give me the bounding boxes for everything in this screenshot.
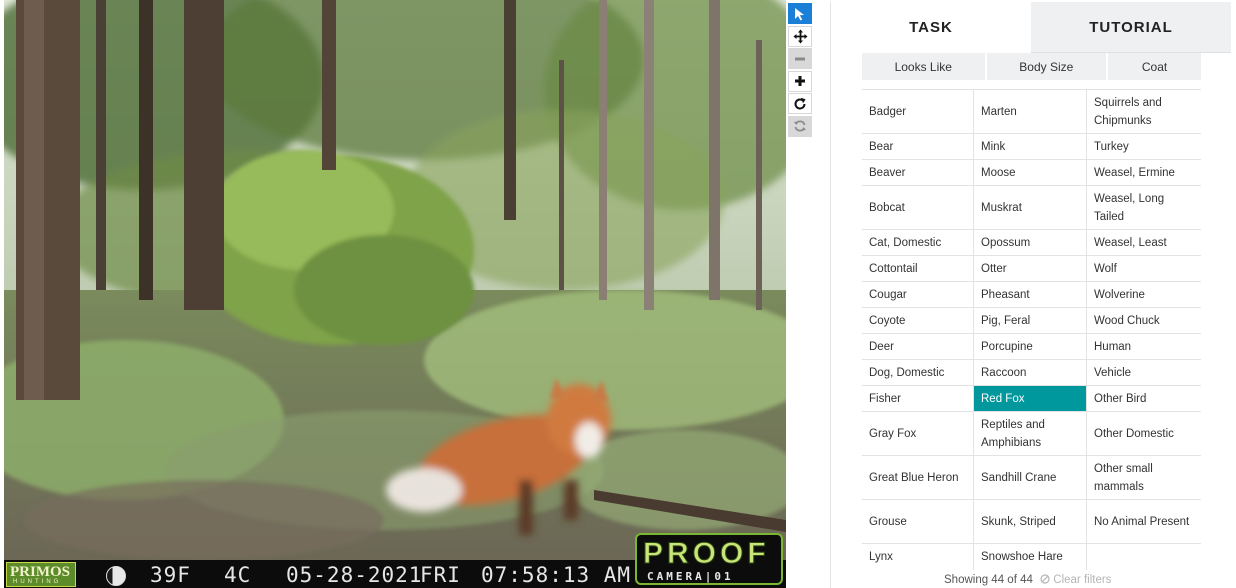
species-option[interactable]: Grouse (862, 500, 974, 544)
species-option[interactable]: Human (1087, 334, 1201, 360)
image-toolbar (788, 3, 814, 139)
species-option[interactable]: Raccoon (974, 360, 1087, 386)
species-option[interactable]: Lynx (862, 544, 974, 570)
species-option[interactable]: Opossum (974, 230, 1087, 256)
filter-looks-like[interactable]: Looks Like (862, 53, 987, 80)
species-option[interactable]: Turkey (1087, 134, 1201, 160)
species-option[interactable]: Moose (974, 160, 1087, 186)
temperature-f: 39F (150, 563, 191, 587)
species-empty-cell (1087, 544, 1201, 570)
species-option[interactable]: Reptiles and Amphibians (974, 412, 1087, 456)
species-option[interactable]: Vehicle (1087, 360, 1201, 386)
species-option[interactable]: Squirrels and Chipmunks (1087, 90, 1201, 134)
moon-phase-icon (106, 566, 126, 586)
species-option[interactable]: Pheasant (974, 282, 1087, 308)
species-option[interactable]: Wolverine (1087, 282, 1201, 308)
species-option[interactable]: Gray Fox (862, 412, 974, 456)
species-option[interactable]: Otter (974, 256, 1087, 282)
clear-filters-label: Clear filters (1053, 574, 1112, 586)
species-option[interactable]: Badger (862, 90, 974, 134)
species-option[interactable]: Porcupine (974, 334, 1087, 360)
clear-filters-button[interactable]: Clear filters (1040, 574, 1111, 586)
capture-day: FRI (420, 563, 461, 587)
species-option[interactable]: Bear (862, 134, 974, 160)
species-option[interactable]: Weasel, Long Tailed (1087, 186, 1201, 230)
subject-image[interactable]: PRIMOS HUNTING 39F 4C 05-28-2021 FRI 07:… (4, 0, 786, 588)
pointer-tool[interactable] (788, 3, 812, 24)
species-option[interactable]: Great Blue Heron (862, 456, 974, 500)
species-option[interactable]: Deer (862, 334, 974, 360)
cursor-icon (795, 7, 804, 20)
species-option[interactable]: Muskrat (974, 186, 1087, 230)
trail-camera-photo (4, 0, 786, 588)
species-option[interactable]: Cottontail (862, 256, 974, 282)
refresh-icon (794, 120, 806, 132)
results-count: Showing 44 of 44 (944, 574, 1033, 586)
species-option[interactable]: Beaver (862, 160, 974, 186)
species-option[interactable]: Skunk, Striped (974, 500, 1087, 544)
species-option[interactable]: Marten (974, 90, 1087, 134)
minus-icon (795, 57, 805, 61)
proof-camera-logo: PROOF CAMERA|01 (635, 533, 783, 585)
primos-logo: PRIMOS HUNTING (6, 562, 76, 587)
rotate-tool[interactable] (788, 93, 812, 115)
tab-task[interactable]: TASK (831, 2, 1031, 53)
species-option[interactable]: Mink (974, 134, 1087, 160)
species-option[interactable]: Sandhill Crane (974, 456, 1087, 500)
species-option[interactable]: Wood Chuck (1087, 308, 1201, 334)
species-option[interactable]: Cat, Domestic (862, 230, 974, 256)
capture-time: 07:58:13 AM (481, 563, 632, 587)
species-option[interactable]: No Animal Present (1087, 500, 1201, 544)
species-option[interactable]: Fisher (862, 386, 974, 412)
capture-date: 05-28-2021 (286, 563, 423, 587)
filter-bar: Looks Like Body Size Coat (862, 53, 1201, 80)
species-option[interactable]: Other Bird (1087, 386, 1201, 412)
results-footer: Showing 44 of 44 Clear filters (944, 574, 1111, 586)
species-option[interactable]: Cougar (862, 282, 974, 308)
species-option[interactable]: Weasel, Ermine (1087, 160, 1201, 186)
rotate-icon (794, 97, 806, 110)
species-option[interactable]: Weasel, Least (1087, 230, 1201, 256)
pan-tool[interactable] (788, 25, 812, 47)
classification-panel: TASK TUTORIAL Looks Like Body Size Coat … (830, 2, 1231, 588)
species-option[interactable]: Pig, Feral (974, 308, 1087, 334)
species-option[interactable]: Other Domestic (1087, 412, 1201, 456)
species-option[interactable]: Coyote (862, 308, 974, 334)
species-grid: Badger Marten Squirrels and Chipmunks Bear M… (862, 89, 1201, 570)
species-option[interactable]: Snowshoe Hare (974, 544, 1087, 570)
species-option[interactable]: Bobcat (862, 186, 974, 230)
temperature-c: 4C (224, 563, 252, 587)
filter-body-size[interactable]: Body Size (987, 53, 1109, 80)
species-option[interactable]: Red Fox (974, 386, 1087, 412)
panel-tabs: TASK TUTORIAL (831, 2, 1231, 53)
species-option[interactable]: Other small mammals (1087, 456, 1201, 500)
zoom-out-tool[interactable] (788, 48, 812, 70)
species-option[interactable]: Wolf (1087, 256, 1201, 282)
clear-icon (1040, 574, 1050, 584)
zoom-in-tool[interactable] (788, 70, 812, 92)
tab-tutorial[interactable]: TUTORIAL (1031, 2, 1231, 53)
reset-tool[interactable] (788, 115, 812, 137)
plus-icon (795, 76, 805, 87)
filter-coat[interactable]: Coat (1108, 53, 1201, 80)
species-option[interactable]: Dog, Domestic (862, 360, 974, 386)
move-icon (793, 29, 807, 44)
